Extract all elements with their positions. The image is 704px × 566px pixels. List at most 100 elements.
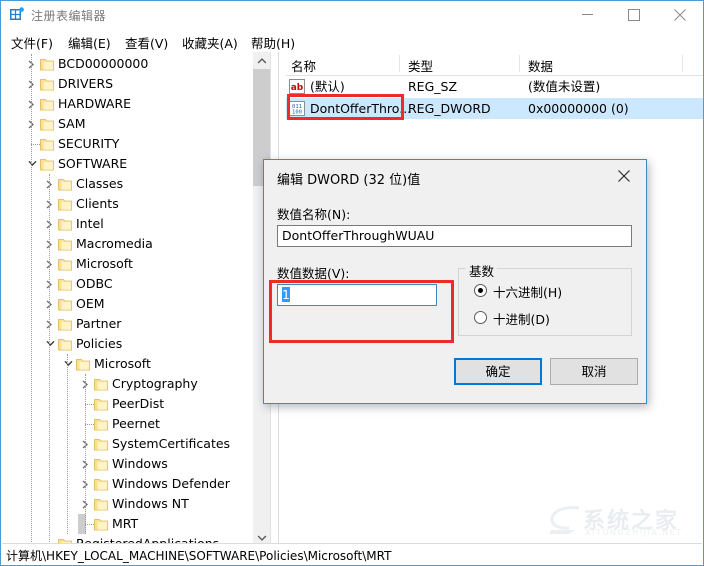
tree-guide-connector (85, 524, 94, 525)
folder-icon (58, 257, 72, 271)
chevron-right-icon[interactable] (42, 194, 58, 214)
menu-view[interactable]: 查看(V) (125, 33, 168, 52)
scroll-up-icon[interactable] (253, 52, 270, 69)
folder-icon (94, 477, 108, 491)
chevron-right-icon[interactable] (42, 314, 58, 334)
chevron-right-icon[interactable] (42, 254, 58, 274)
ok-button[interactable]: 确定 (454, 358, 542, 385)
dialog-title-bar: 编辑 DWORD (32 位)值 (264, 160, 646, 194)
value-data-input[interactable]: 1 (277, 284, 437, 306)
tree-item-label: SECURITY (58, 136, 120, 151)
tree-guide-line (67, 354, 68, 534)
tree-guide-connector (85, 424, 94, 425)
tree-item-label: Classes (76, 176, 124, 191)
radio-decimal-icon (474, 311, 487, 324)
chevron-right-icon[interactable] (24, 94, 40, 114)
dword-value-icon: 011 100 (289, 101, 305, 116)
tree-item-label: Clients (76, 196, 119, 211)
chevron-right-icon[interactable] (78, 434, 94, 454)
folder-icon (40, 137, 54, 151)
chevron-right-icon[interactable] (78, 374, 94, 394)
value-data: 0x00000000 (0) (528, 101, 629, 116)
folder-icon (40, 117, 54, 131)
chevron-right-icon[interactable] (78, 454, 94, 474)
folder-icon (58, 217, 72, 231)
column-header-name[interactable]: 名称 (291, 56, 316, 75)
folder-icon (58, 177, 72, 191)
tree-item-label: DRIVERS (58, 76, 114, 91)
chevron-right-icon[interactable] (24, 114, 40, 134)
tree-item-label: SOFTWARE (58, 156, 128, 171)
column-header-data[interactable]: 数据 (528, 56, 553, 75)
menu-edit[interactable]: 编辑(E) (68, 33, 111, 52)
chevron-right-icon[interactable] (78, 494, 94, 514)
folder-icon (58, 337, 72, 351)
chevron-right-icon[interactable] (42, 174, 58, 194)
tree-guide-line (31, 54, 32, 546)
registry-tree-pane[interactable]: BCD00000000 DRIVERS HARDWARE SAM SECURITY SOF… (2, 52, 271, 546)
value-row[interactable]: 011 100 DontOfferThro... REG_DWORD 0x0000000… (286, 98, 703, 119)
menu-bar: 文件(F) 编辑(E) 查看(V) 收藏夹(A) 帮助(H) (1, 29, 703, 52)
chevron-right-icon[interactable] (42, 234, 58, 254)
value-name-input[interactable]: DontOfferThroughWUAU (277, 225, 632, 247)
chevron-right-icon[interactable] (24, 54, 40, 74)
chevron-down-icon[interactable] (42, 334, 58, 354)
chevron-down-icon[interactable] (60, 354, 76, 374)
value-name-label: 数值名称(N): (277, 207, 351, 222)
tree-item-label: ODBC (76, 276, 113, 291)
folder-icon (94, 417, 108, 431)
chevron-right-icon[interactable] (42, 294, 58, 314)
chevron-right-icon[interactable] (78, 474, 94, 494)
folder-icon (58, 297, 72, 311)
column-header-type[interactable]: 类型 (408, 56, 433, 75)
registry-icon (9, 7, 25, 23)
column-divider[interactable] (399, 55, 400, 72)
value-data-text: 1 (282, 287, 290, 302)
value-name: (默认) (310, 79, 345, 94)
chevron-right-icon[interactable] (24, 74, 40, 94)
close-button[interactable] (657, 1, 703, 29)
menu-help[interactable]: 帮助(H) (251, 33, 295, 52)
column-divider[interactable] (682, 55, 683, 72)
tree-item-label: Microsoft (94, 356, 151, 371)
value-data-label: 数值数据(V): (277, 266, 350, 281)
dialog-close-button[interactable] (602, 160, 646, 191)
tree-item-label: BCD00000000 (58, 56, 149, 71)
tree-guide-line (49, 174, 50, 546)
maximize-button[interactable] (611, 1, 657, 29)
tree-item-label: Macromedia (76, 236, 153, 251)
value-name: DontOfferThro... (310, 101, 412, 116)
value-row[interactable]: ab (默认) REG_SZ (数值未设置) (286, 76, 703, 97)
base-group-label: 基数 (466, 261, 498, 280)
tree-item-label: SAM (58, 116, 86, 131)
svg-text:100: 100 (292, 110, 302, 116)
folder-icon (94, 377, 108, 391)
chevron-right-icon[interactable] (42, 274, 58, 294)
tree-guide-line (85, 374, 86, 534)
cancel-button[interactable]: 取消 (550, 358, 638, 385)
tree-item-label: Partner (76, 316, 122, 331)
column-divider[interactable] (519, 55, 520, 72)
radio-hexadecimal-label: 十六进制(H) (493, 285, 563, 300)
minimize-button[interactable] (565, 1, 611, 29)
chevron-right-icon[interactable] (42, 214, 58, 234)
folder-icon (58, 317, 72, 331)
chevron-down-icon[interactable] (24, 154, 40, 174)
folder-icon (76, 357, 90, 371)
tree-item-label: HARDWARE (58, 96, 132, 111)
tree-item-label: Policies (76, 336, 123, 351)
dialog-body: 数值名称(N): DontOfferThroughWUAU 数值数据(V): 1… (264, 194, 646, 403)
tree-item-label: Cryptography (112, 376, 198, 391)
registry-editor-window: 注册表编辑器 文件(F) 编辑(E) 查看(V) 收藏夹(A) 帮助(H) BC… (0, 0, 704, 566)
value-data: (数值未设置) (528, 79, 601, 94)
radio-hexadecimal-icon (474, 284, 487, 297)
radio-decimal-label: 十进制(D) (493, 312, 550, 327)
folder-icon (94, 437, 108, 451)
menu-favorites[interactable]: 收藏夹(A) (182, 33, 238, 52)
folder-icon (58, 277, 72, 291)
tree-item-label: Intel (76, 216, 104, 231)
svg-text:ab: ab (291, 83, 304, 93)
folder-icon (94, 517, 108, 531)
status-bar: 计算机\HKEY_LOCAL_MACHINE\SOFTWARE\Policies… (2, 543, 702, 564)
menu-file[interactable]: 文件(F) (11, 33, 53, 52)
